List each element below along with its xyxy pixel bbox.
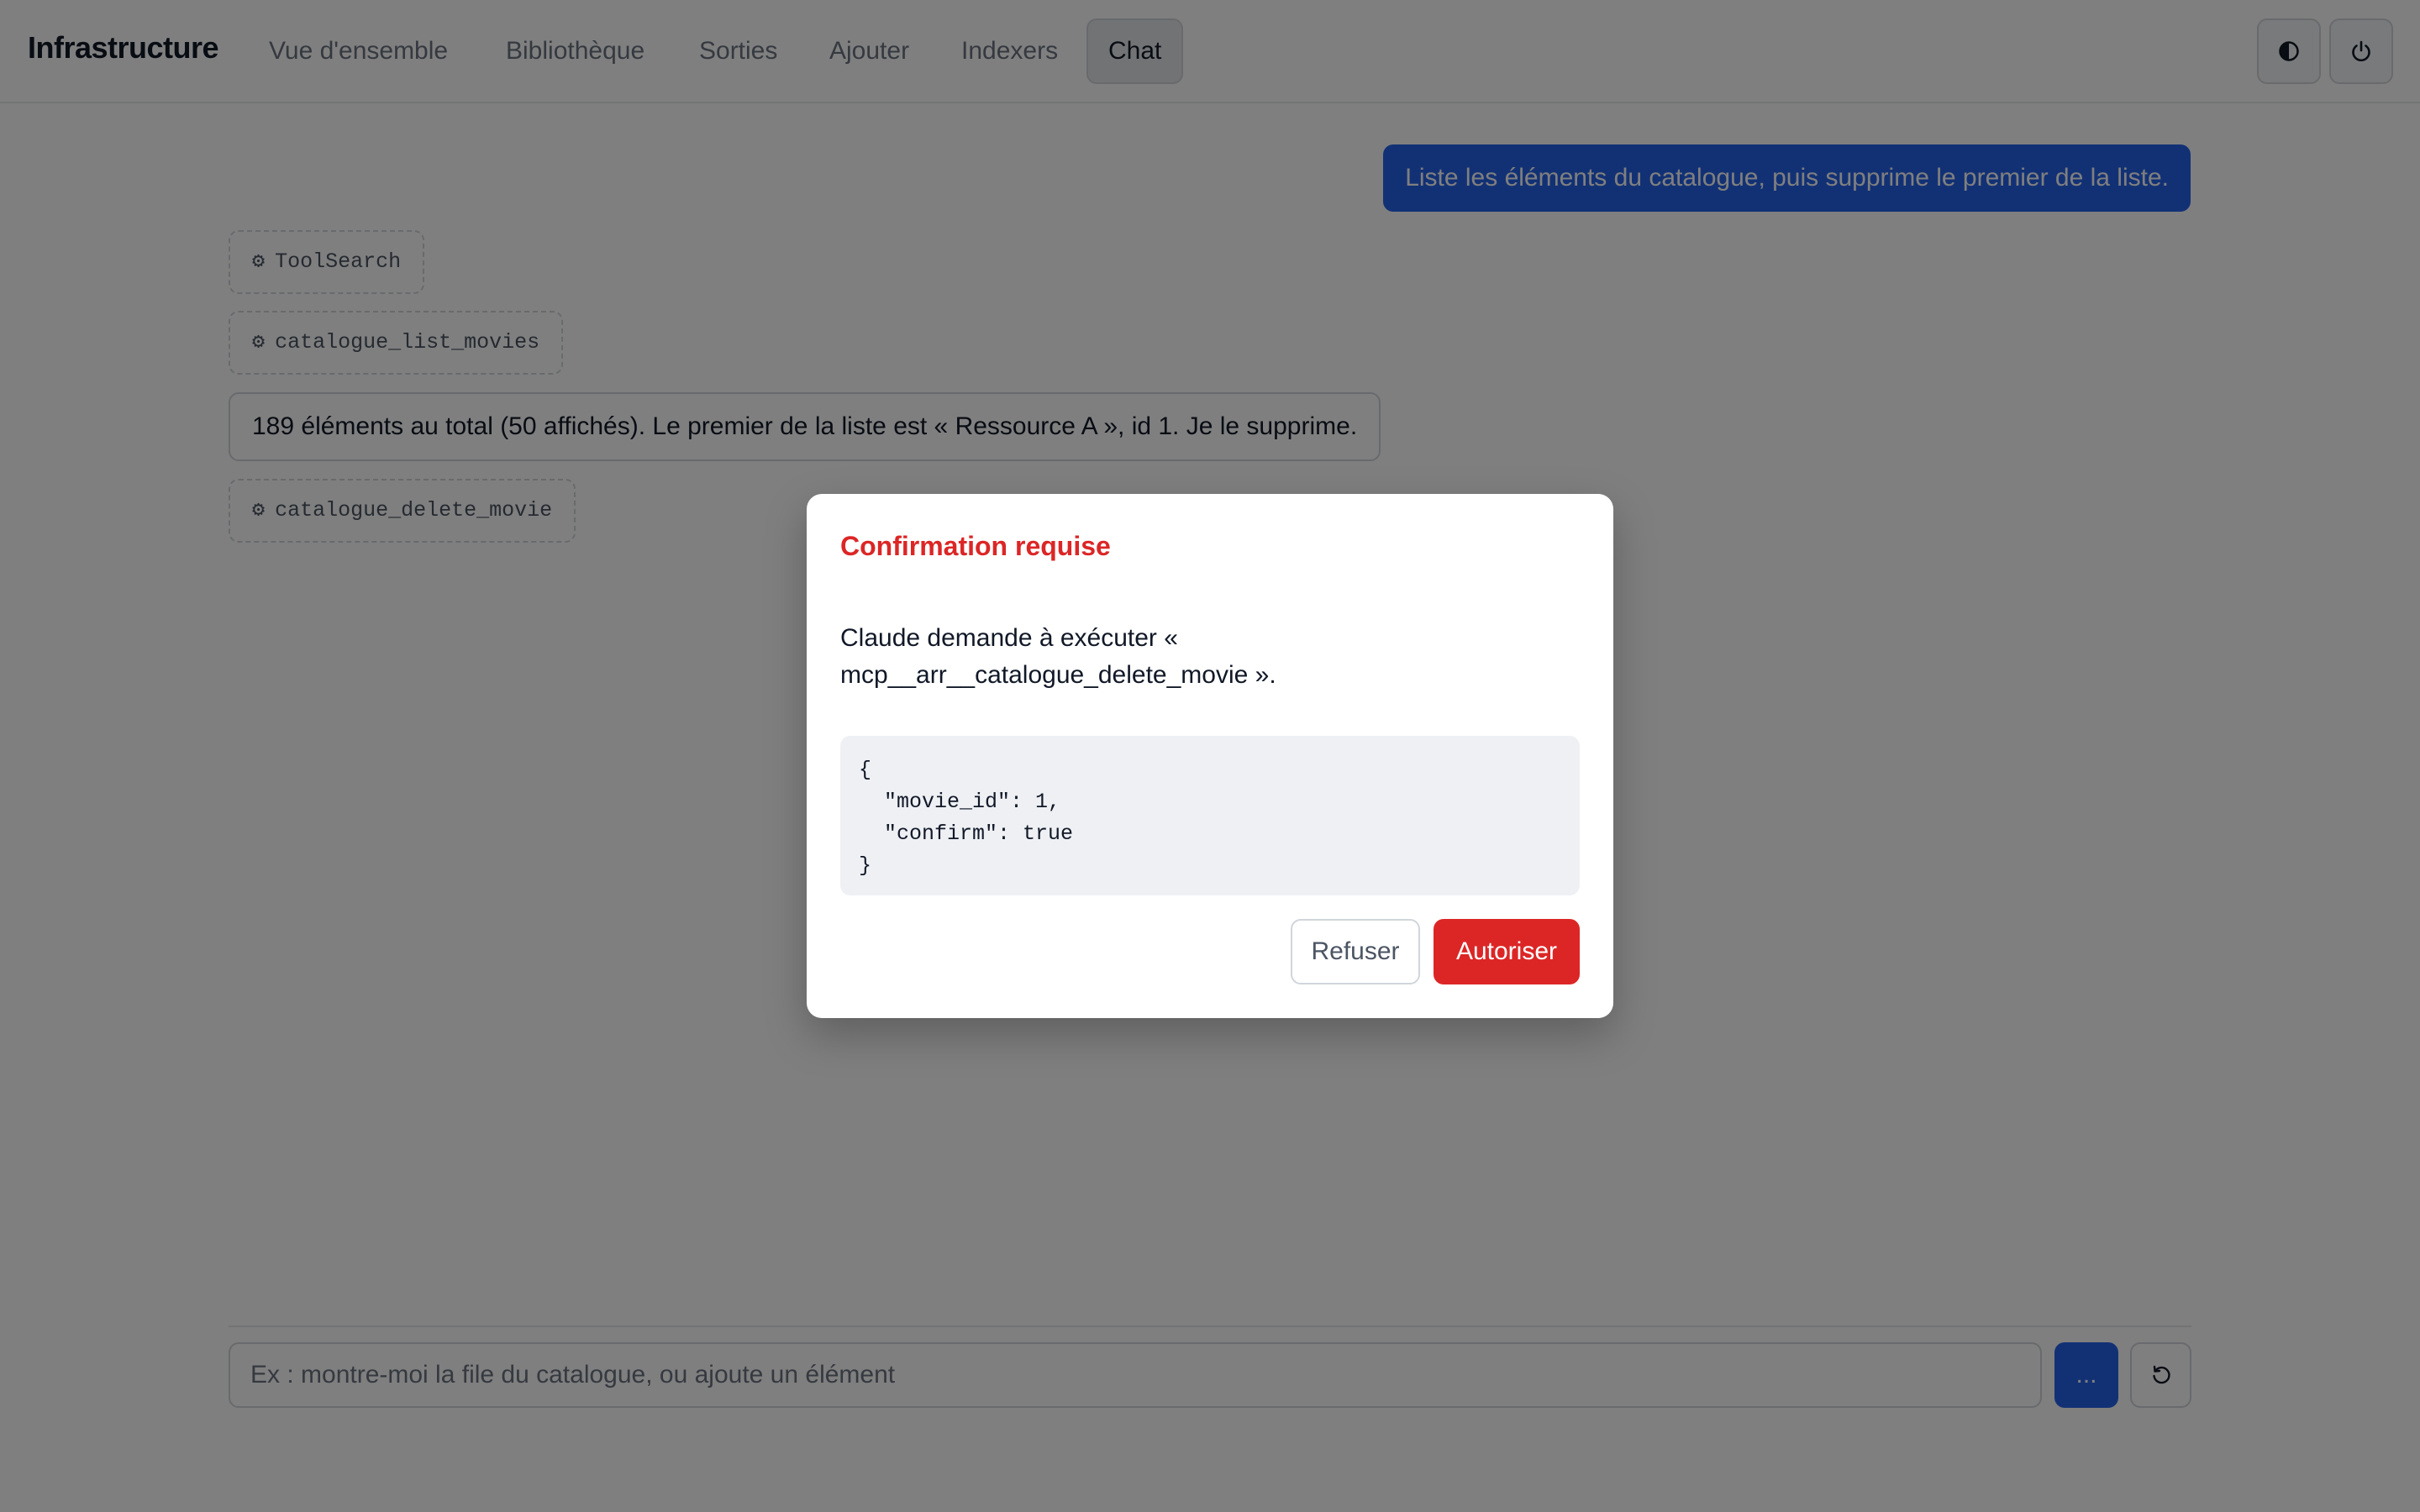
app-root: Infrastructure Vue d'ensemble Bibliothèq… (0, 0, 2420, 1512)
confirmation-dialog: Confirmation requise Claude demande à ex… (807, 494, 1613, 1018)
dialog-message: Claude demande à exécuter « mcp__arr__ca… (840, 624, 1276, 689)
refuse-button[interactable]: Refuser (1291, 919, 1420, 984)
dialog-title: Confirmation requise (840, 531, 1111, 561)
tool-arguments-code: { "movie_id": 1, "confirm": true } (840, 736, 1580, 895)
modal-backdrop[interactable]: Confirmation requise Claude demande à ex… (0, 0, 2420, 1512)
authorize-button[interactable]: Autoriser (1434, 919, 1580, 984)
